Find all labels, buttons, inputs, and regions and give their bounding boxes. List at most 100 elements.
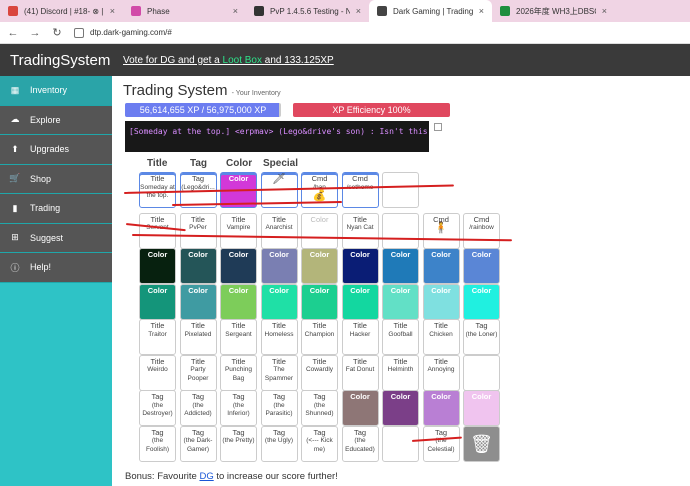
color-item[interactable]: Color — [260, 283, 298, 320]
color-item[interactable]: Color — [301, 248, 338, 284]
color-item[interactable]: Color — [422, 248, 460, 284]
empty-slot[interactable] — [463, 354, 500, 391]
color-item[interactable]: Color — [422, 390, 460, 426]
tag-item[interactable]: Tag (the Shunned) — [301, 390, 338, 426]
item-type: Color — [228, 174, 249, 183]
color-item[interactable]: Color — [422, 283, 460, 320]
title-item[interactable]: Title Helminth — [382, 354, 419, 391]
tag-item[interactable]: Tag (the Ugly) — [260, 425, 298, 462]
title-item[interactable]: Title Party Pooper — [179, 354, 217, 391]
site-info-icon[interactable] — [74, 27, 84, 38]
title-item[interactable]: Title Goofball — [382, 319, 419, 355]
color-item[interactable]: Color — [382, 283, 419, 320]
url-text: dtp.dark-gaming.com/# — [90, 28, 172, 37]
grid-icon: ▦ — [10, 84, 20, 95]
tag-item[interactable]: Tag (the Dark-Gamer) — [179, 425, 217, 462]
color-item[interactable]: Color — [341, 390, 379, 426]
title-item[interactable]: Title Homeless — [260, 319, 298, 355]
close-tab-icon[interactable]: × — [602, 6, 607, 16]
title-item[interactable]: Title Sergeant — [220, 319, 257, 355]
tag-item[interactable]: Tag (the Inferior) — [220, 390, 257, 426]
close-tab-icon[interactable]: × — [479, 6, 484, 16]
close-tab-icon[interactable]: × — [233, 6, 238, 16]
tag-item[interactable]: Tag (the Destroyer) — [139, 390, 176, 426]
sidebar-item-help[interactable]: ⓘ Help! — [0, 253, 112, 283]
tag-item[interactable]: Tag (<--- Kick me) — [301, 425, 338, 462]
empty-slot[interactable] — [382, 425, 419, 462]
back-icon[interactable]: ← — [4, 27, 22, 39]
sidebar-item-upgrades[interactable]: ⬆ Upgrades — [0, 135, 112, 165]
browser-tab[interactable]: Dark Gaming | Trading System × — [369, 0, 492, 22]
cmd-item[interactable]: Cmd 🧍 — [422, 212, 460, 249]
sidebar-item-trading[interactable]: ▮ Trading — [0, 194, 112, 224]
tag-item[interactable]: Tag (the Celestial) — [422, 425, 460, 462]
title-item[interactable]: Title Punching Bag — [220, 354, 257, 391]
close-tab-icon[interactable]: × — [356, 6, 361, 16]
title-item[interactable]: TitleServant — [139, 212, 176, 249]
cmd-item[interactable]: Cmd/rainbow — [463, 212, 500, 249]
tag-item[interactable]: Tag (the Addicted) — [179, 390, 217, 426]
forward-icon[interactable]: → — [26, 27, 44, 39]
close-tab-icon[interactable]: × — [110, 6, 115, 16]
title-item[interactable]: Title Nyan Cat — [341, 212, 379, 249]
title-item[interactable]: Title Annoying — [422, 354, 460, 391]
color-item[interactable]: Color — [382, 390, 419, 426]
sidebar-item-label: Inventory — [30, 85, 68, 96]
dg-link[interactable]: DG — [199, 471, 213, 482]
title-item[interactable]: Title Vampire — [220, 212, 257, 249]
color-item[interactable]: Color — [301, 283, 338, 320]
item-type: Title — [353, 214, 367, 224]
tag-item[interactable]: Tag (the Parasitic) — [260, 390, 298, 426]
title-item[interactable]: Title Weirdo — [139, 354, 176, 391]
browser-tab[interactable]: PvP 1.4.5.6 Testing - News / PvP × — [246, 0, 369, 22]
title-item[interactable]: Title Pixelated — [179, 319, 217, 355]
item-type: Color — [147, 250, 168, 259]
color-item[interactable]: Color — [260, 248, 298, 284]
title-item[interactable]: Title Champion — [301, 319, 338, 355]
color-item[interactable]: Color — [179, 248, 217, 284]
url-field[interactable]: dtp.dark-gaming.com/# — [74, 27, 172, 38]
tag-item[interactable]: Tag (the Pretty) — [220, 425, 257, 462]
sidebar-item-suggest[interactable]: ⊞ Suggest — [0, 223, 112, 253]
title-item[interactable]: Title Anarchist — [260, 212, 298, 249]
item-type: Title — [393, 321, 408, 330]
reload-icon[interactable]: ↻ — [48, 26, 66, 39]
color-item[interactable]: Color — [139, 283, 176, 320]
sidebar-item-shop[interactable]: 🛒 Shop — [0, 164, 112, 194]
title-item[interactable]: Title Hacker — [341, 319, 379, 355]
vote-promo-link[interactable]: Vote for DG and get a Loot Box and 133.1… — [123, 55, 334, 66]
color-item[interactable]: Color — [179, 283, 217, 320]
color-item[interactable]: Color — [341, 248, 379, 284]
color-item[interactable]: Color — [463, 390, 500, 426]
trash-icon[interactable]: 🗑 — [463, 425, 500, 462]
color-item[interactable]: Color — [463, 248, 500, 284]
color-item[interactable]: Color — [139, 248, 176, 284]
item-label: Hacker — [349, 330, 371, 338]
cmd-item[interactable]: Cmd/sethome — [341, 172, 379, 208]
item-type: Color — [228, 285, 249, 295]
browser-tab[interactable]: Phase × — [123, 0, 246, 22]
color-item[interactable]: Color — [382, 248, 419, 284]
sidebar-item-explore[interactable]: ☁ Explore — [0, 105, 112, 135]
brand-logo[interactable]: TradingSystem — [0, 44, 112, 76]
sidebar-item-inventory[interactable]: ▦ Inventory — [0, 76, 112, 106]
title-item[interactable]: Title Chicken — [422, 319, 460, 355]
title-item[interactable]: Title Traitor — [139, 319, 176, 355]
browser-tab[interactable]: (41) Discord | #18- ⊗ | terraria × — [0, 0, 123, 22]
color-item[interactable]: Color — [301, 212, 338, 249]
tag-item[interactable]: Tag (the Educated) — [341, 425, 379, 462]
browser-tab[interactable]: 2026年度 WH3上DBSQL - Goo × — [492, 0, 615, 22]
color-item[interactable]: Color — [220, 283, 257, 320]
empty-slot[interactable] — [382, 212, 419, 249]
color-item[interactable]: Color — [220, 248, 257, 284]
color-item[interactable]: Color — [463, 283, 500, 320]
tag-item[interactable]: Tag (the Loner) — [463, 319, 500, 355]
title-item[interactable]: Title Cowardly — [301, 354, 338, 391]
tag-item[interactable]: Tag (the Foolish) — [139, 425, 176, 462]
title-item[interactable]: Title The Spammer — [260, 354, 298, 391]
title-item[interactable]: Title Fat Donut — [341, 354, 379, 391]
item-type: Color — [471, 392, 492, 401]
color-item[interactable]: Color — [341, 283, 379, 320]
item-type: Cmd — [473, 214, 490, 224]
empty-slot[interactable] — [382, 172, 419, 208]
